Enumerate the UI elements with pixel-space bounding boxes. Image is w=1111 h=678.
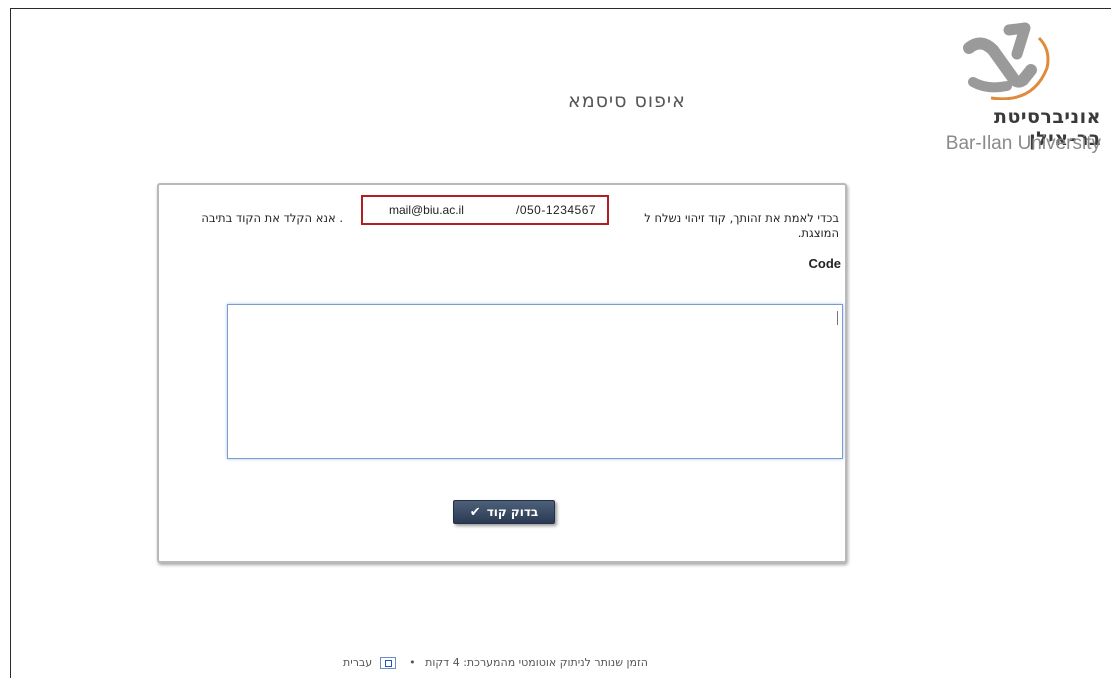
check-code-label: בדוק קוד	[486, 505, 539, 519]
code-label: Code	[808, 256, 842, 271]
israel-flag-icon[interactable]	[379, 657, 396, 669]
instruction-prefix: בכדי לאמת את זהותך, קוד זיהוי נשלח ל	[644, 211, 839, 225]
footer: הזמן שנותר לניתוק אוטומטי מהמערכת: 4 דקו…	[343, 656, 648, 669]
page-title: איפוס סיסמא	[568, 90, 686, 112]
language-link[interactable]: עברית	[343, 656, 372, 669]
contact-email: mail@biu.ac.il	[389, 203, 464, 217]
instruction-suffix: . אנא הקלד את הקוד בתיבה	[201, 211, 343, 225]
verification-panel: בכדי לאמת את זהותך, קוד זיהוי נשלח ל . א…	[157, 183, 847, 563]
instruction-line-2: המוצגת.	[797, 226, 839, 240]
bar-ilan-emblem-icon	[963, 22, 1050, 100]
footer-separator: •	[409, 656, 416, 669]
text-caret	[837, 311, 838, 325]
session-timeout-text: הזמן שנותר לניתוק אוטומטי מהמערכת: 4 דקו…	[425, 656, 648, 669]
logo-english-text: Bar-Ilan University	[945, 133, 1101, 154]
checkmark-icon: ✔	[469, 504, 481, 520]
university-logo: אוניברסיטת בר-אילן Bar-Ilan University	[921, 22, 1101, 160]
contact-phone: /050-1234567	[516, 203, 597, 217]
code-input[interactable]	[227, 304, 843, 459]
check-code-button[interactable]: בדוק קוד ✔	[453, 500, 555, 524]
contact-highlight-box: mail@biu.ac.il /050-1234567	[361, 195, 609, 225]
